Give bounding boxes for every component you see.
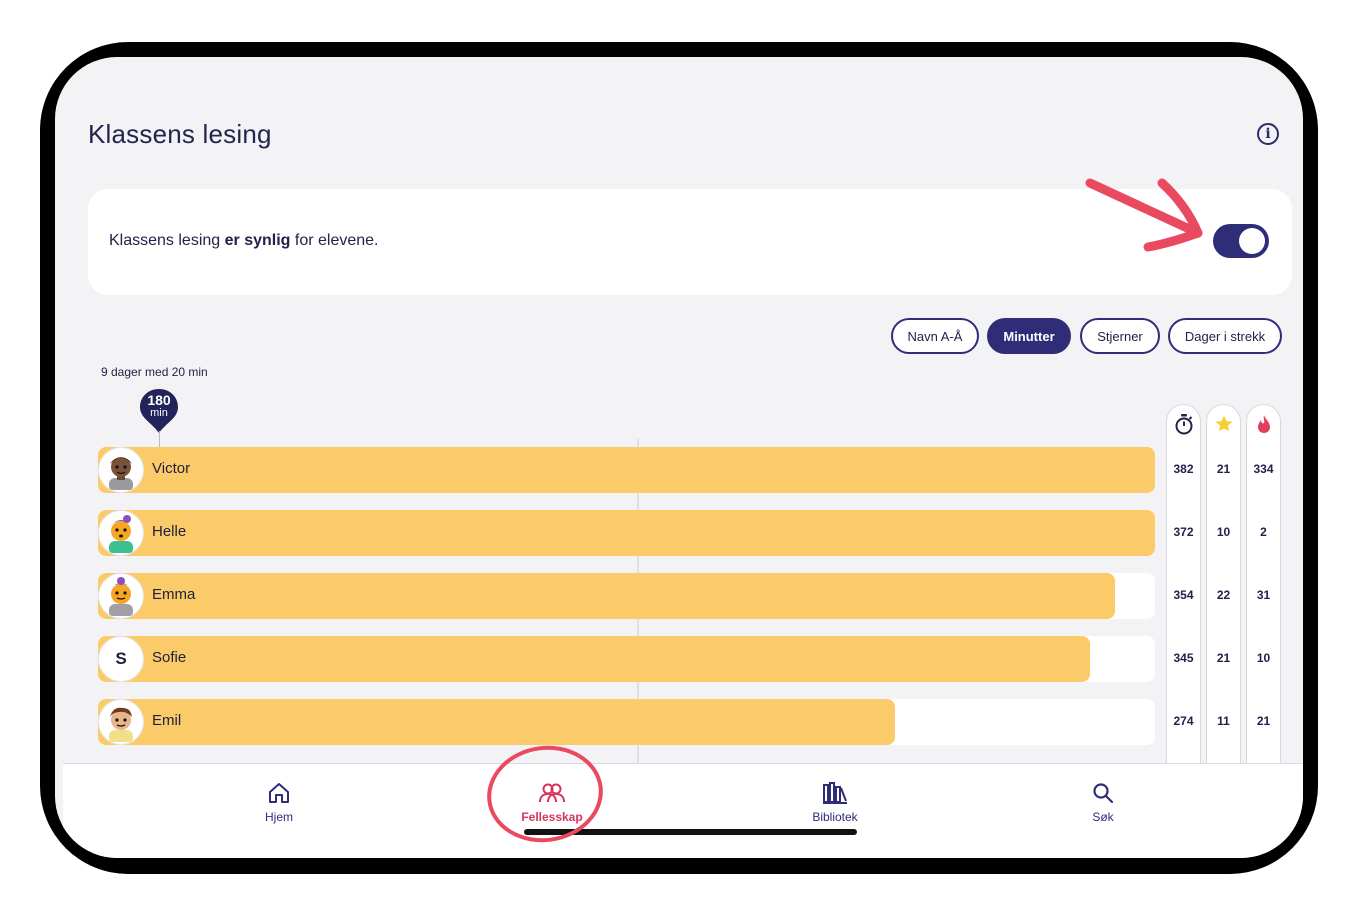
streak-value: 10 bbox=[1256, 651, 1271, 665]
streak-value: 334 bbox=[1253, 462, 1274, 476]
stars-value: 10 bbox=[1216, 525, 1231, 539]
sort-stars-button[interactable]: Stjerner bbox=[1080, 318, 1160, 354]
tab-bibliotek[interactable]: Bibliotek bbox=[785, 778, 885, 824]
avatar-victor bbox=[98, 447, 144, 493]
minutes-value: 382 bbox=[1173, 462, 1194, 476]
minutes-value: 345 bbox=[1173, 651, 1194, 665]
goal-marker-value: 180 bbox=[147, 392, 171, 408]
home-icon bbox=[229, 778, 329, 808]
student-row-victor[interactable]: Victor bbox=[98, 447, 1155, 493]
minutes-bar bbox=[98, 447, 1155, 493]
goal-label: 9 dager med 20 min bbox=[101, 365, 208, 379]
page-title: Klassens lesing bbox=[88, 119, 272, 149]
stars-value: 21 bbox=[1216, 462, 1231, 476]
avatar-emma bbox=[98, 573, 144, 619]
avatar-sofie: S bbox=[98, 636, 144, 682]
stars-value: 21 bbox=[1216, 651, 1231, 665]
streak-column: 334 2 31 10 21 bbox=[1246, 404, 1281, 774]
streak-value: 31 bbox=[1256, 588, 1271, 602]
tab-bar: Hjem Fellesskap Bibliotek Søk bbox=[63, 763, 1303, 858]
minutes-bar bbox=[98, 699, 895, 745]
library-icon bbox=[785, 778, 885, 808]
student-row-sofie[interactable]: S Sofie bbox=[98, 636, 1155, 682]
visibility-toggle[interactable] bbox=[1213, 224, 1269, 258]
sort-name-button[interactable]: Navn A-Å bbox=[891, 318, 979, 354]
student-name: Helle bbox=[152, 523, 187, 540]
home-indicator bbox=[524, 829, 857, 835]
student-name: Sofie bbox=[152, 649, 187, 666]
avatar-emil bbox=[98, 699, 144, 745]
community-icon bbox=[502, 778, 602, 808]
goal-marker-unit: min bbox=[150, 407, 168, 419]
avatar-helle bbox=[98, 510, 144, 556]
student-row-emil[interactable]: Emil bbox=[98, 699, 1155, 745]
stars-value: 22 bbox=[1216, 588, 1231, 602]
goal-marker: 180 min bbox=[139, 388, 179, 434]
minutes-bar bbox=[98, 573, 1115, 619]
stopwatch-icon bbox=[1167, 411, 1200, 437]
student-name: Victor bbox=[152, 460, 191, 477]
info-circle-icon[interactable]: i bbox=[1257, 123, 1279, 145]
flame-icon bbox=[1247, 411, 1280, 437]
app-screen: Klassens lesing i Klassens lesing er syn… bbox=[55, 57, 1303, 858]
tab-label: Søk bbox=[1092, 810, 1114, 824]
student-row-helle[interactable]: Helle bbox=[98, 510, 1155, 556]
tab-fellesskap[interactable]: Fellesskap bbox=[502, 778, 602, 824]
streak-value: 2 bbox=[1260, 525, 1267, 539]
tab-hjem[interactable]: Hjem bbox=[229, 778, 329, 824]
streak-value: 21 bbox=[1256, 714, 1271, 728]
minutes-column: 382 372 354 345 274 bbox=[1166, 404, 1201, 774]
student-row-emma[interactable]: Emma bbox=[98, 573, 1155, 619]
tab-sok[interactable]: Søk bbox=[1053, 778, 1153, 824]
tab-label: Bibliotek bbox=[812, 810, 858, 824]
goal-marker-line bbox=[159, 431, 160, 447]
toggle-knob bbox=[1239, 228, 1265, 254]
minutes-bar bbox=[98, 510, 1155, 556]
minutes-value: 354 bbox=[1173, 588, 1194, 602]
minutes-value: 274 bbox=[1173, 714, 1194, 728]
tab-label: Hjem bbox=[264, 810, 293, 824]
search-icon bbox=[1053, 778, 1153, 808]
star-icon bbox=[1207, 411, 1240, 437]
student-name: Emil bbox=[152, 712, 182, 729]
visibility-text: Klassens lesing er synlig for elevene. bbox=[109, 232, 379, 249]
stars-column: 21 10 22 21 11 bbox=[1206, 404, 1241, 774]
sort-streak-button[interactable]: Dager i strekk bbox=[1168, 318, 1282, 354]
visibility-card: Klassens lesing er synlig for elevene. bbox=[88, 189, 1292, 295]
sort-minutes-button[interactable]: Minutter bbox=[987, 318, 1071, 354]
tab-label: Fellesskap bbox=[521, 810, 583, 824]
minutes-value: 372 bbox=[1173, 525, 1194, 539]
stars-value: 11 bbox=[1217, 714, 1230, 728]
student-name: Emma bbox=[152, 586, 196, 603]
minutes-bar bbox=[98, 636, 1090, 682]
